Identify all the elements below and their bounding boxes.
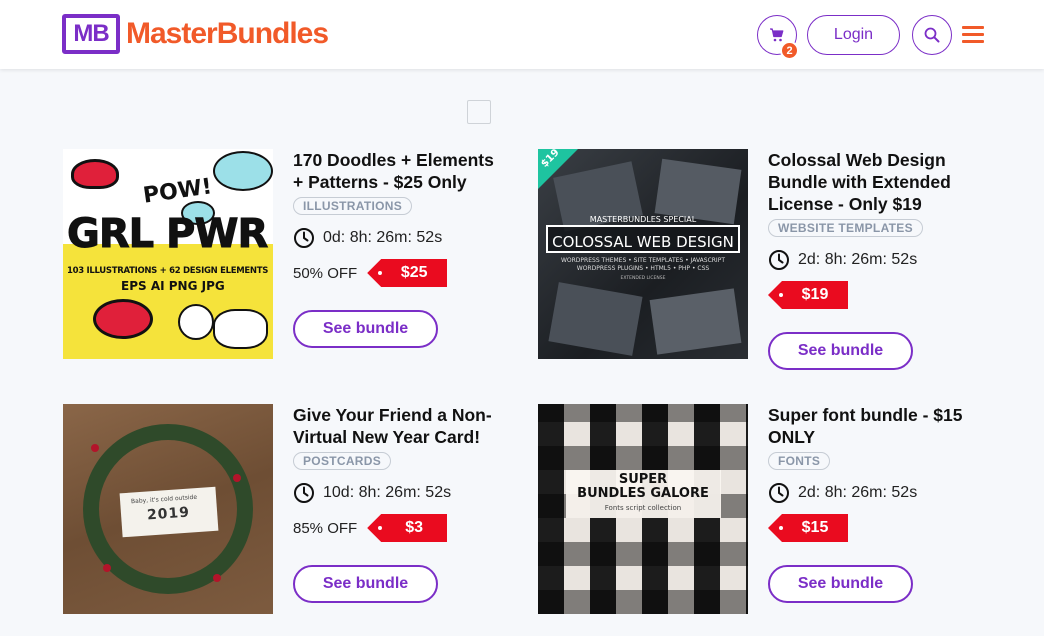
- see-bundle-button[interactable]: See bundle: [293, 565, 438, 603]
- clock-icon: [294, 228, 314, 248]
- thumbnail-text: MASTERBUNDLES SPECIAL: [589, 215, 697, 224]
- clock-icon: [769, 483, 789, 503]
- logo[interactable]: MB MasterBundles: [62, 14, 329, 54]
- checkbox[interactable]: [467, 100, 491, 124]
- search-button[interactable]: [912, 15, 952, 55]
- bundle-thumbnail[interactable]: SUPER BUNDLES GALORE Fonts script collec…: [538, 404, 748, 614]
- price-row: $15: [768, 514, 978, 542]
- discount-label: 50% OFF: [293, 264, 358, 282]
- bundle-info: Give Your Friend a Non-Virtual New Year …: [293, 404, 503, 603]
- countdown-timer: 10d: 8h: 26m: 52s: [293, 482, 503, 504]
- bundle-thumbnail[interactable]: POW! GRL PWR 103 ILLUSTRATIONS + 62 DESI…: [63, 149, 273, 359]
- menu-icon[interactable]: [962, 26, 984, 44]
- thumbnail-text: WORDPRESS PLUGINS • HTML5 • PHP • CSS: [576, 265, 710, 272]
- category-tag[interactable]: WEBSITE TEMPLATES: [768, 219, 923, 237]
- bundle-title[interactable]: Colossal Web Design Bundle with Extended…: [768, 149, 978, 215]
- bundle-info: 170 Doodles + Elements + Patterns - $25 …: [293, 149, 503, 348]
- category-tag[interactable]: FONTS: [768, 452, 831, 470]
- search-icon: [924, 27, 940, 43]
- countdown-text: 2d: 8h: 26m: 52s: [798, 251, 918, 268]
- bundle-title[interactable]: Super font bundle - $15 ONLY: [768, 404, 978, 448]
- countdown-text: 0d: 8h: 26m: 52s: [323, 229, 443, 246]
- bundle-card: $19 MASTERBUNDLES SPECIAL COLOSSAL WEB D…: [538, 149, 978, 370]
- logo-text: MasterBundles: [126, 17, 329, 50]
- countdown-text: 10d: 8h: 26m: 52s: [323, 484, 452, 501]
- site-header: MB MasterBundles 2 Login: [0, 0, 1044, 69]
- thumbnail-text: EPS AI PNG JPG: [121, 279, 225, 293]
- bundle-title[interactable]: 170 Doodles + Elements + Patterns - $25 …: [293, 149, 503, 193]
- bundle-card: POW! GRL PWR 103 ILLUSTRATIONS + 62 DESI…: [63, 149, 503, 364]
- thumbnail-text: WORDPRESS THEMES • SITE TEMPLATES • JAVA…: [560, 257, 725, 264]
- clock-icon: [769, 250, 789, 270]
- bundle-card: Baby, it's cold outside 2019 Give Your F…: [63, 404, 503, 619]
- cart-count-badge: 2: [780, 41, 799, 60]
- bundle-thumbnail[interactable]: Baby, it's cold outside 2019: [63, 404, 273, 614]
- category-tag[interactable]: POSTCARDS: [293, 452, 392, 470]
- price-tag: $19: [768, 281, 848, 309]
- thumbnail-text: 2019: [146, 504, 191, 524]
- logo-mark: MB: [62, 14, 120, 54]
- bundle-thumbnail[interactable]: $19 MASTERBUNDLES SPECIAL COLOSSAL WEB D…: [538, 149, 748, 359]
- price-row: $19: [768, 281, 978, 309]
- countdown-timer: 2d: 8h: 26m: 52s: [768, 482, 978, 504]
- login-button[interactable]: Login: [807, 15, 900, 55]
- price-tag: $25: [367, 259, 448, 287]
- thumbnail-text: SUPER: [618, 472, 668, 487]
- thumbnail-text: BUNDLES GALORE: [577, 486, 709, 501]
- bundle-card: SUPER BUNDLES GALORE Fonts script collec…: [538, 404, 978, 619]
- price-row: 50% OFF $25: [293, 259, 503, 287]
- see-bundle-button[interactable]: See bundle: [768, 332, 913, 370]
- countdown-text: 2d: 8h: 26m: 52s: [798, 484, 918, 501]
- price-tag: $3: [367, 514, 448, 542]
- countdown-timer: 0d: 8h: 26m: 52s: [293, 227, 503, 249]
- clock-icon: [294, 483, 314, 503]
- price-tag: $15: [768, 514, 848, 542]
- thumbnail-text: GRL PWR: [66, 211, 268, 258]
- see-bundle-button[interactable]: See bundle: [293, 310, 438, 348]
- discount-label: 85% OFF: [293, 519, 358, 537]
- thumbnail-text: EXTENDED LICENSE: [620, 276, 666, 281]
- category-tag[interactable]: ILLUSTRATIONS: [293, 197, 413, 215]
- thumbnail-text: Fonts script collection: [604, 504, 682, 512]
- cart-button[interactable]: 2: [757, 15, 799, 60]
- countdown-timer: 2d: 8h: 26m: 52s: [768, 249, 978, 271]
- bundle-info: Super font bundle - $15 ONLY FONTS 2d: 8…: [768, 404, 978, 603]
- see-bundle-button[interactable]: See bundle: [768, 565, 913, 603]
- price-row: 85% OFF $3: [293, 514, 503, 542]
- cart-icon: [770, 28, 784, 42]
- thumbnail-text: COLOSSAL WEB DESIGN: [552, 233, 734, 251]
- bundle-title[interactable]: Give Your Friend a Non-Virtual New Year …: [293, 404, 503, 448]
- bundle-info: Colossal Web Design Bundle with Extended…: [768, 149, 978, 370]
- thumbnail-text: 103 ILLUSTRATIONS + 62 DESIGN ELEMENTS: [67, 266, 269, 276]
